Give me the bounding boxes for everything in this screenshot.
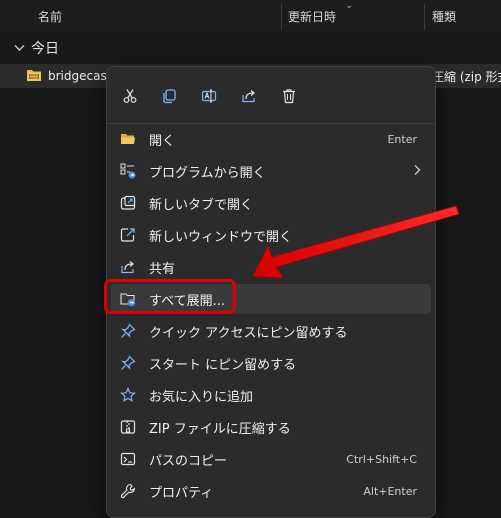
group-label: 今日 xyxy=(31,41,59,57)
column-header-bar: 名前 更新日時 ⌄ 種類 xyxy=(0,0,501,32)
menu-item-label: クイック アクセスにピン留めする xyxy=(149,325,348,341)
cut-icon[interactable] xyxy=(117,83,143,109)
menu-item-pin-quick-access[interactable]: クイック アクセスにピン留めする xyxy=(111,316,431,346)
menu-item-label: プロパティ xyxy=(149,485,214,501)
menu-item-compress-zip[interactable]: ZIP ファイルに圧縮する xyxy=(111,412,431,442)
menu-item-pin-start[interactable]: スタート にピン留めする xyxy=(111,348,431,378)
zip-icon xyxy=(120,419,136,435)
folder-open-icon xyxy=(120,131,136,147)
menu-item-open-new-tab[interactable]: 新しいタブで開く xyxy=(111,188,431,218)
delete-icon[interactable] xyxy=(276,83,302,109)
menu-item-label: 新しいウィンドウで開く xyxy=(149,229,293,245)
pin-icon xyxy=(120,323,136,339)
chevron-down-icon xyxy=(14,42,25,55)
menu-item-properties[interactable]: プロパティ Alt+Enter xyxy=(111,476,431,506)
menu-item-shortcut: Ctrl+Shift+C xyxy=(346,452,417,466)
menu-item-label: パスのコピー xyxy=(149,453,228,469)
copy-icon[interactable] xyxy=(156,83,182,109)
share-icon xyxy=(120,259,136,275)
file-name-cell[interactable]: bridgecast_ xyxy=(26,64,117,88)
annotation-highlight-box xyxy=(104,279,236,314)
menu-item-add-favorite[interactable]: お気に入りに追加 xyxy=(111,380,431,410)
column-header-date[interactable]: 更新日時 xyxy=(288,0,336,32)
menu-item-label: ZIP ファイルに圧縮する xyxy=(149,421,291,437)
menu-item-label: 新しいタブで開く xyxy=(149,197,254,213)
menu-item-open-new-window[interactable]: 新しいウィンドウで開く xyxy=(111,220,431,250)
menu-item-shortcut: Enter xyxy=(387,132,417,146)
column-header-type[interactable]: 種類 xyxy=(432,0,456,32)
menu-item-label: 共有 xyxy=(149,261,176,277)
menu-item-label: 開く xyxy=(149,133,176,149)
column-divider[interactable] xyxy=(424,4,425,30)
menu-item-open[interactable]: 開く Enter xyxy=(111,124,431,154)
context-menu-toolbar xyxy=(107,67,435,124)
file-type-cell: 圧縮 (zip 形式 xyxy=(432,69,501,84)
menu-item-shortcut: Alt+Enter xyxy=(363,484,417,498)
share-icon[interactable] xyxy=(236,83,262,109)
menu-item-share[interactable]: 共有 xyxy=(111,252,431,282)
menu-item-label: プログラムから開く xyxy=(149,165,266,181)
properties-icon xyxy=(120,483,136,499)
new-window-icon xyxy=(120,227,136,243)
pin-start-icon xyxy=(120,355,136,371)
group-header-today[interactable]: 今日 xyxy=(14,38,59,58)
column-header-name[interactable]: 名前 xyxy=(38,0,62,32)
new-tab-icon xyxy=(120,195,136,211)
rename-icon[interactable] xyxy=(196,83,222,109)
star-icon xyxy=(120,387,136,403)
column-divider[interactable] xyxy=(281,4,282,30)
menu-item-open-with[interactable]: プログラムから開く xyxy=(111,156,431,186)
copy-path-icon xyxy=(120,451,136,467)
sort-caret-icon: ⌄ xyxy=(345,0,354,11)
menu-item-copy-path[interactable]: パスのコピー Ctrl+Shift+C xyxy=(111,444,431,474)
open-with-icon xyxy=(120,163,136,179)
menu-item-label: スタート にピン留めする xyxy=(149,357,297,373)
zip-folder-icon xyxy=(26,68,42,85)
chevron-right-icon xyxy=(413,164,421,179)
menu-item-label: お気に入りに追加 xyxy=(149,389,254,405)
